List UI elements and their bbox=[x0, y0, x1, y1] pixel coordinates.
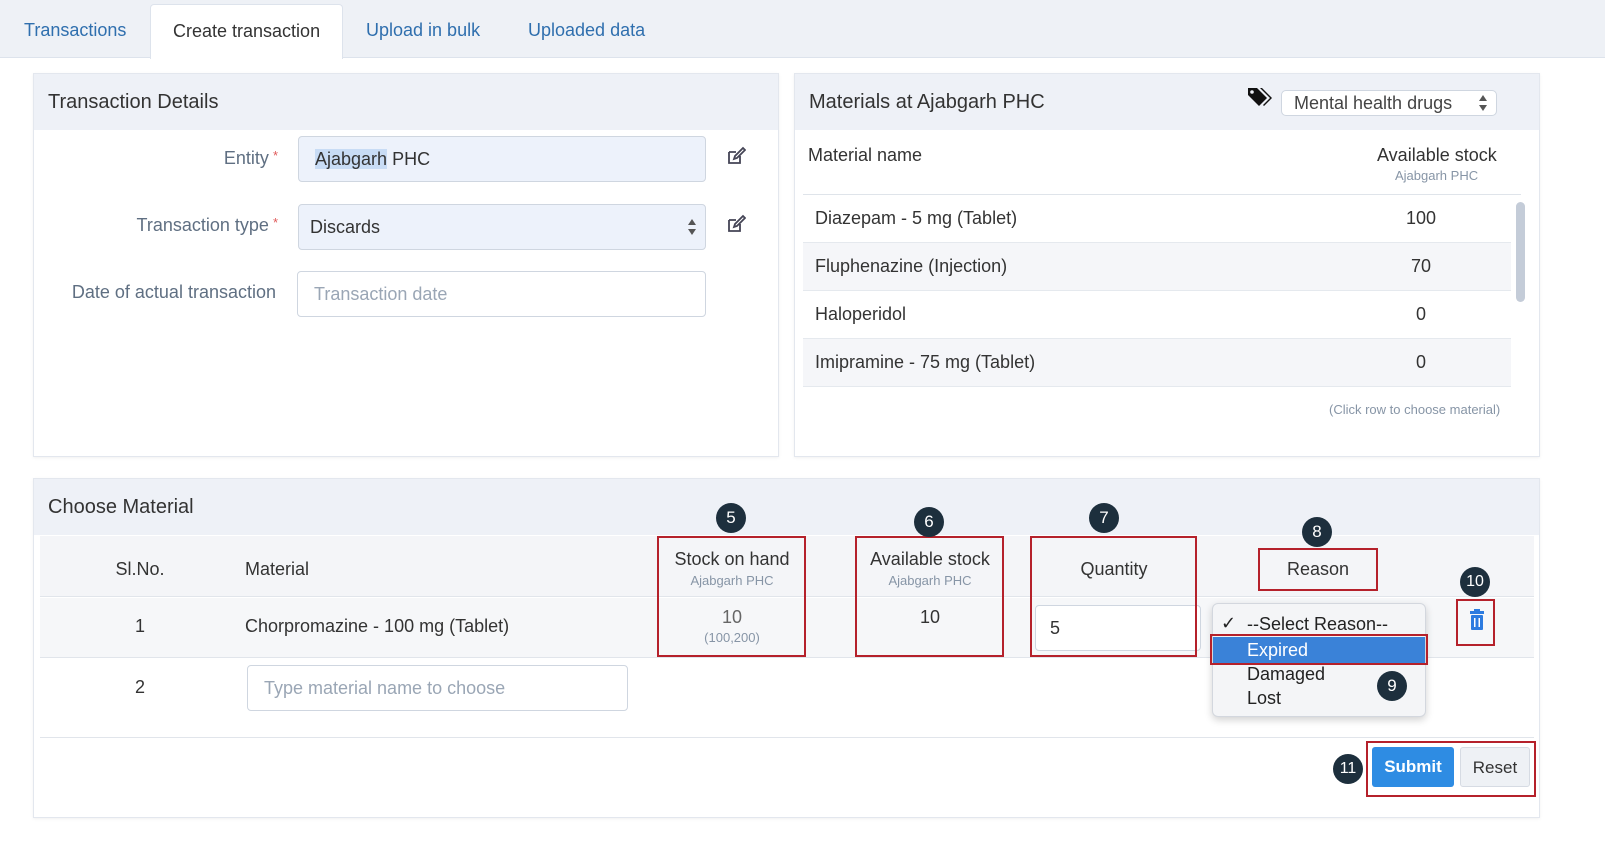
annotation-badge-9: 9 bbox=[1377, 671, 1407, 701]
date-label: Date of actual transaction bbox=[71, 282, 276, 302]
list-item[interactable]: Haloperidol 0 bbox=[803, 291, 1511, 339]
entity-label: Entity * bbox=[223, 148, 278, 168]
transaction-type-value: Discards bbox=[310, 217, 381, 237]
entity-value-highlight: Ajabgarh bbox=[315, 149, 388, 169]
annotation-box-quantity bbox=[1030, 536, 1197, 657]
row2-slno: 2 bbox=[134, 677, 145, 697]
annotation-badge-11: 11 bbox=[1333, 754, 1363, 784]
available-stock-header: Available stock bbox=[1377, 145, 1497, 165]
category-select[interactable]: Mental health drugs bbox=[1281, 90, 1497, 116]
annotation-box-stock-on-hand bbox=[657, 536, 806, 657]
entity-value: PHC bbox=[387, 149, 431, 169]
reason-option-placeholder[interactable]: --Select Reason-- bbox=[1247, 614, 1388, 635]
scrollbar-thumb[interactable] bbox=[1516, 202, 1525, 302]
check-icon: ✓ bbox=[1221, 613, 1237, 633]
annotation-badge-5: 5 bbox=[716, 503, 746, 533]
tab-upload-in-bulk[interactable]: Upload in bulk bbox=[366, 14, 480, 46]
annotation-box-reason bbox=[1258, 548, 1378, 591]
annotation-badge-10: 10 bbox=[1460, 567, 1490, 597]
materials-panel: Materials at Ajabgarh PHC Mental health … bbox=[794, 73, 1540, 457]
available-stock-subheader: Ajabgarh PHC bbox=[1395, 168, 1479, 183]
transaction-details-title: Transaction Details bbox=[34, 74, 778, 130]
annotation-badge-8: 8 bbox=[1302, 517, 1332, 547]
tab-transactions[interactable]: Transactions bbox=[24, 14, 126, 46]
material-header: Material bbox=[245, 559, 310, 579]
edit-entity-icon[interactable] bbox=[726, 146, 746, 166]
row1-material: Chorpromazine - 100 mg (Tablet) bbox=[245, 616, 510, 636]
annotation-box-available-stock bbox=[855, 536, 1004, 657]
list-item[interactable]: Imipramine - 75 mg (Tablet) 0 bbox=[803, 339, 1511, 387]
material-name-header: Material name bbox=[808, 145, 923, 165]
tab-uploaded-data[interactable]: Uploaded data bbox=[528, 14, 645, 46]
annotation-badge-6: 6 bbox=[914, 507, 944, 537]
tags-icon[interactable] bbox=[1247, 86, 1273, 108]
transaction-type-label: Transaction type * bbox=[136, 215, 278, 235]
materials-list: Diazepam - 5 mg (Tablet) 100 Fluphenazin… bbox=[803, 194, 1521, 400]
slno-header: Sl.No. bbox=[115, 559, 165, 579]
transaction-type-select[interactable]: Discards bbox=[298, 204, 706, 250]
material-search-input[interactable]: Type material name to choose bbox=[247, 665, 628, 711]
tab-bar: Transactions Create transaction Upload i… bbox=[0, 0, 1605, 59]
annotation-badge-7: 7 bbox=[1089, 503, 1119, 533]
row1-slno: 1 bbox=[134, 616, 145, 636]
divider bbox=[40, 737, 1534, 738]
transaction-date-input[interactable]: Transaction date bbox=[297, 271, 706, 317]
reason-option-damaged[interactable]: Damaged bbox=[1247, 664, 1325, 685]
annotation-box-delete bbox=[1456, 599, 1495, 646]
category-value: Mental health drugs bbox=[1294, 93, 1453, 113]
list-item[interactable]: Diazepam - 5 mg (Tablet) 100 bbox=[803, 195, 1511, 243]
annotation-box-expired bbox=[1210, 634, 1428, 665]
reason-option-lost[interactable]: Lost bbox=[1247, 688, 1281, 709]
tab-create-transaction[interactable]: Create transaction bbox=[150, 4, 344, 59]
transaction-details-panel: Transaction Details Entity * Ajabgarh PHC… bbox=[33, 73, 779, 457]
select-arrows-icon bbox=[688, 219, 696, 235]
annotation-box-buttons bbox=[1366, 741, 1536, 797]
list-item[interactable]: Fluphenazine (Injection) 70 bbox=[803, 243, 1511, 291]
select-arrows-icon bbox=[1479, 95, 1487, 111]
materials-scrollbar[interactable] bbox=[1513, 196, 1527, 396]
materials-hint: (Click row to choose material) bbox=[1329, 402, 1501, 417]
edit-transaction-type-icon[interactable] bbox=[726, 214, 746, 234]
entity-field[interactable]: Ajabgarh PHC bbox=[298, 136, 706, 182]
